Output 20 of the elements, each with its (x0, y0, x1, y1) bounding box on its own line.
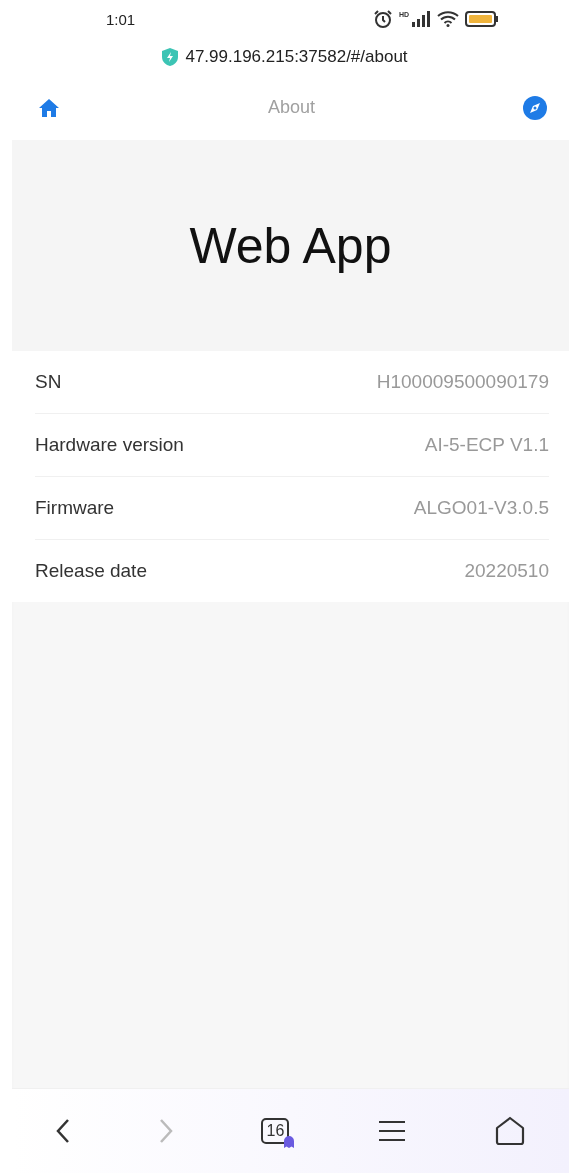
info-label: Release date (35, 560, 147, 582)
info-value: ALGO01-V3.0.5 (413, 497, 549, 519)
info-value: H100009500090179 (376, 371, 549, 393)
info-value: AI-5-ECP V1.1 (424, 434, 549, 456)
page-title: About (267, 97, 315, 118)
compass-icon[interactable] (523, 95, 547, 120)
info-label: SN (35, 371, 62, 393)
alarm-icon (372, 9, 393, 29)
status-time: 1:01 (106, 10, 136, 28)
info-label: Firmware (35, 497, 115, 519)
info-label: Hardware version (35, 434, 184, 456)
signal-icon (411, 11, 431, 27)
home-icon[interactable] (38, 97, 60, 118)
wifi-icon (437, 11, 459, 27)
shield-icon (161, 46, 180, 67)
app-title: Web App (189, 216, 392, 275)
info-value: 20220510 (464, 560, 549, 582)
url-text[interactable]: 47.99.196.215:37582/#/about (185, 46, 408, 67)
battery-icon (465, 11, 499, 27)
ghost-icon (283, 1135, 296, 1148)
